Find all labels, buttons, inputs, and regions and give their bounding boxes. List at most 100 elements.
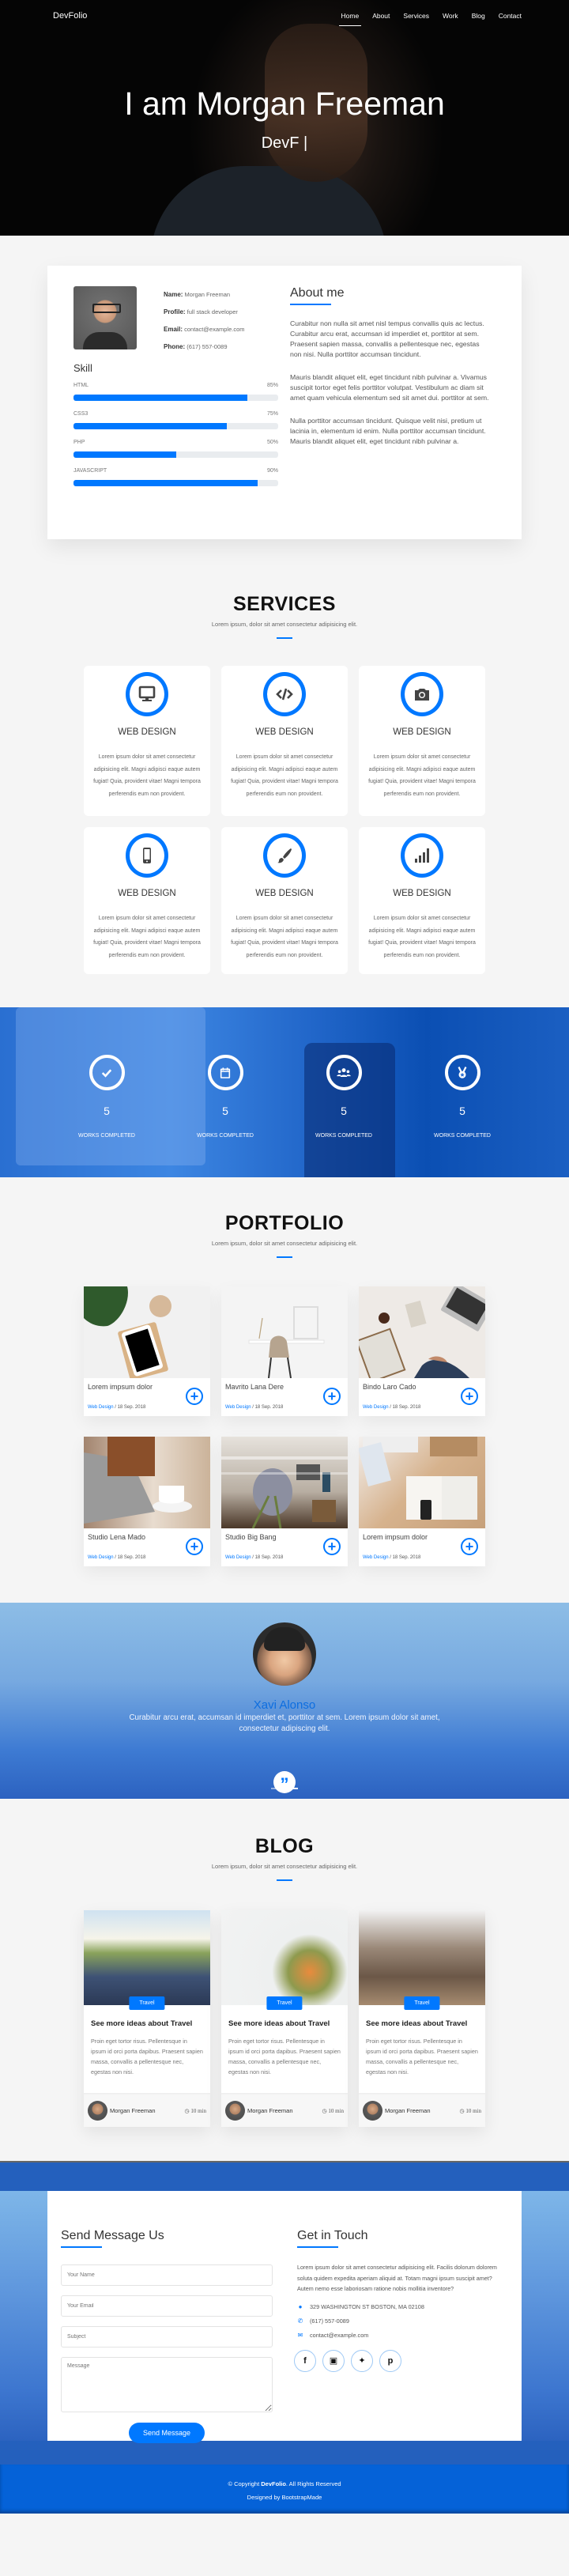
mobile-icon — [126, 833, 168, 878]
send-message-button[interactable]: Send Message — [129, 2423, 205, 2443]
twitter-icon[interactable]: ✦ — [351, 2349, 373, 2372]
testimonial-quote: Curabitur arcu erat, accumsan id imperdi… — [129, 1713, 440, 1733]
portfolio-category[interactable]: Web Design — [88, 1405, 114, 1410]
nav-item-services[interactable]: Services — [403, 9, 429, 23]
counter-item: 5 WORKS COMPLETED — [434, 1055, 491, 1139]
message-textarea[interactable] — [61, 2357, 273, 2412]
blog-tag[interactable]: Travel — [129, 1996, 165, 2010]
users-icon — [326, 1055, 362, 1090]
portfolio-card[interactable]: Lorem impsum dolor Web Design / 18 Sep. 2… — [359, 1437, 485, 1566]
carousel-dot-2[interactable] — [286, 1788, 298, 1789]
author-name: Morgan Freeman — [247, 2107, 293, 2114]
service-text: Lorem ipsum dolor sit amet consectetur a… — [231, 754, 338, 797]
name-input[interactable] — [61, 2264, 273, 2286]
top-navbar: DevFolio Home About Services Work Blog C… — [0, 0, 569, 32]
skill-item: PHP 50% — [73, 440, 278, 458]
counter-section: 5 WORKS COMPLETED 5 WORKS COMPLETED 5 WO… — [0, 1007, 569, 1177]
nav-item-home[interactable]: Home — [338, 9, 361, 26]
testimonial-section: Xavi Alonso Curabitur arcu erat, accumsa… — [0, 1603, 569, 1799]
info-label: Name: — [164, 291, 183, 298]
read-time: ◷ 10 min — [460, 2108, 482, 2114]
counter-item: 5 WORKS COMPLETED — [78, 1055, 135, 1139]
plus-icon[interactable]: + — [323, 1388, 341, 1405]
counter-label: WORKS COMPLETED — [78, 1133, 135, 1139]
nav-menu: Home About Services Work Blog Contact — [338, 9, 522, 26]
plus-icon[interactable]: + — [186, 1538, 203, 1555]
portfolio-card[interactable]: Bindo Laro Cado Web Design / 18 Sep. 2018… — [359, 1286, 485, 1416]
facebook-icon[interactable]: f — [294, 2349, 316, 2372]
plus-icon[interactable]: + — [461, 1388, 478, 1405]
read-time: ◷ 10 min — [322, 2108, 345, 2114]
profile-photo — [73, 286, 137, 349]
portfolio-category[interactable]: Web Design — [363, 1405, 389, 1410]
blog-image[interactable]: Travel — [359, 1910, 485, 2010]
counter-value: 5 — [104, 1105, 110, 1117]
author-avatar — [88, 2101, 107, 2121]
portfolio-category[interactable]: Web Design — [225, 1555, 251, 1560]
blog-author[interactable]: Morgan Freeman — [88, 2101, 156, 2121]
read-time-value: 10 min — [190, 2107, 206, 2114]
blog-image[interactable]: Travel — [84, 1910, 210, 2010]
portfolio-card[interactable]: Studio Big Bang Web Design / 18 Sep. 2018… — [221, 1437, 348, 1566]
portfolio-image[interactable] — [359, 1286, 485, 1378]
portfolio-date: / 18 Sep. 2018 — [113, 1405, 146, 1410]
brand-logo[interactable]: DevFolio — [53, 11, 87, 21]
nav-item-contact[interactable]: Contact — [499, 9, 522, 23]
pinterest-icon[interactable]: p — [379, 2349, 401, 2372]
subject-input[interactable] — [61, 2326, 273, 2347]
blog-author[interactable]: Morgan Freeman — [225, 2101, 293, 2121]
about-paragraph: Nulla porttitor accumsan tincidunt. Quis… — [290, 417, 486, 445]
designed-by[interactable]: Designed by BootstrapMade — [0, 2494, 569, 2501]
plus-icon[interactable]: + — [186, 1388, 203, 1405]
blog-title[interactable]: See more ideas about Travel — [91, 2019, 203, 2028]
read-time-value: 10 min — [328, 2107, 344, 2114]
blog-author[interactable]: Morgan Freeman — [363, 2101, 431, 2121]
services-grid: WEB DESIGN Lorem ipsum dolor sit amet co… — [0, 666, 569, 974]
carousel-dot-1[interactable] — [271, 1788, 283, 1789]
medal-icon — [444, 1055, 480, 1090]
portfolio-category[interactable]: Web Design — [88, 1555, 114, 1560]
skill-progress-fill — [73, 423, 228, 429]
portfolio-category[interactable]: Web Design — [363, 1555, 389, 1560]
portfolio-card[interactable]: Studio Lena Mado Web Design / 18 Sep. 201… — [84, 1437, 210, 1566]
skill-item: CSS3 75% — [73, 411, 278, 429]
portfolio-card[interactable]: Mavrito Lana Dere Web Design / 18 Sep. 20… — [221, 1286, 348, 1416]
instagram-icon[interactable]: ▣ — [322, 2349, 345, 2372]
nav-item-blog[interactable]: Blog — [472, 9, 485, 23]
hero-title: I am Morgan Freeman — [124, 85, 445, 122]
portfolio-image[interactable] — [221, 1437, 348, 1528]
portfolio-image[interactable] — [84, 1286, 210, 1378]
blog-image[interactable]: Travel — [221, 1910, 348, 2010]
blog-title[interactable]: See more ideas about Travel — [366, 2019, 478, 2028]
portfolio-category[interactable]: Web Design — [225, 1405, 251, 1410]
portfolio-header: PORTFOLIO Lorem ipsum, dolor sit amet co… — [0, 1193, 569, 1258]
copyright: © Copyright DevFolio. All Rights Reserve… — [0, 2480, 569, 2487]
plus-icon[interactable]: + — [323, 1538, 341, 1555]
portfolio-image[interactable] — [221, 1286, 348, 1378]
nav-item-about[interactable]: About — [372, 9, 390, 23]
blog-header: BLOG Lorem ipsum, dolor sit amet consect… — [0, 1835, 569, 1881]
portfolio-section: PORTFOLIO Lorem ipsum, dolor sit amet co… — [0, 1177, 569, 1566]
blog-excerpt: Proin eget tortor risus. Pellentesque in… — [228, 2038, 341, 2076]
skill-percent: 85% — [266, 383, 278, 388]
envelope-icon: ✉ — [297, 2331, 303, 2339]
blog-excerpt: Proin eget tortor risus. Pellentesque in… — [91, 2038, 203, 2076]
about-card: Name: Morgan Freeman Profile: full stack… — [47, 266, 522, 539]
skill-name: PHP — [73, 440, 85, 445]
portfolio-image[interactable] — [359, 1437, 485, 1528]
blog-title[interactable]: See more ideas about Travel — [228, 2019, 341, 2028]
section-subtitle: Lorem ipsum, dolor sit amet consectetur … — [211, 1240, 358, 1247]
nav-item-work[interactable]: Work — [443, 9, 458, 23]
email-input[interactable] — [61, 2295, 273, 2317]
portfolio-meta: Web Design / 18 Sep. 2018 — [225, 1405, 283, 1410]
plus-icon[interactable]: + — [461, 1538, 478, 1555]
blog-tag[interactable]: Travel — [266, 1996, 303, 2010]
blog-tag[interactable]: Travel — [404, 1996, 440, 2010]
about-paragraph: Curabitur non nulla sit amet nisl tempus… — [290, 319, 484, 358]
testimonial-author: Xavi Alonso — [253, 1698, 316, 1712]
read-time: ◷ 10 min — [185, 2108, 207, 2114]
portfolio-card[interactable]: Lorem impsum dolor Web Design / 18 Sep. 2… — [84, 1286, 210, 1416]
portfolio-image[interactable] — [84, 1437, 210, 1528]
blog-card: Travel See more ideas about Travel Proin … — [221, 1910, 348, 2127]
service-card: WEB DESIGN Lorem ipsum dolor sit amet co… — [84, 827, 210, 974]
